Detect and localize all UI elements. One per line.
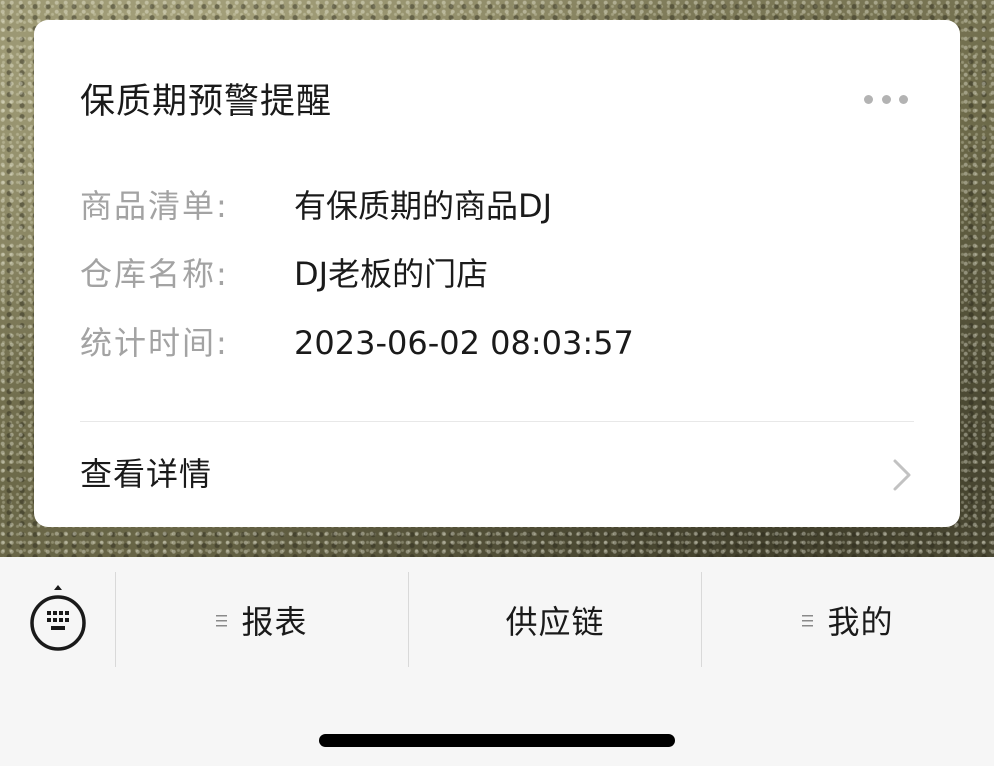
more-options-button[interactable]	[864, 92, 908, 106]
menu-icon	[802, 614, 814, 626]
tab-supply-chain[interactable]: 供应链	[409, 572, 701, 667]
field-label: 商品清单:	[80, 187, 229, 225]
tab-label: 报表	[241, 602, 308, 641]
keyboard-toggle-button[interactable]	[28, 585, 88, 655]
field-label: 仓库名称:	[80, 255, 229, 293]
keyboard-icon	[30, 585, 86, 651]
tab-mine[interactable]: 我的	[702, 572, 994, 667]
field-value: DJ老板的门店	[294, 255, 489, 293]
home-indicator[interactable]	[319, 734, 675, 747]
card-title: 保质期预警提醒	[80, 82, 333, 122]
view-details-link[interactable]: 查看详情	[34, 422, 960, 527]
bottom-menu-bar: 报表 供应链 我的	[0, 557, 994, 667]
field-value: 有保质期的商品DJ	[294, 187, 553, 225]
more-horizontal-icon	[864, 94, 873, 104]
view-details-label: 查看详情	[80, 455, 213, 493]
more-horizontal-icon	[881, 94, 891, 104]
chevron-right-icon	[893, 459, 911, 491]
tab-label: 我的	[827, 602, 894, 641]
tab-label: 供应链	[505, 602, 605, 641]
field-value: 2023-06-02 08:03:57	[294, 324, 634, 362]
tab-reports[interactable]: 报表	[116, 572, 408, 667]
menu-icon	[216, 614, 228, 626]
shelf-life-alert-card: 保质期预警提醒 商品清单: 有保质期的商品DJ 仓库名称: DJ老板的门店 统计…	[34, 20, 960, 527]
more-horizontal-icon	[899, 94, 908, 104]
field-label: 统计时间:	[80, 324, 229, 362]
